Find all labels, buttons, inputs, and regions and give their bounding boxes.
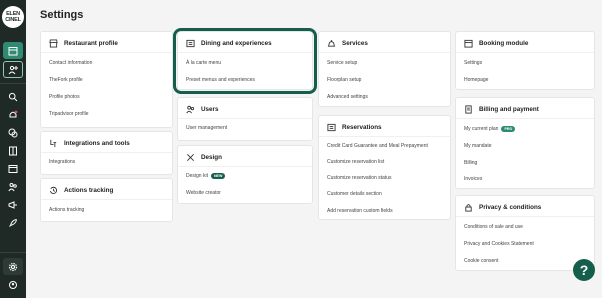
rocket-icon[interactable]: [3, 214, 23, 231]
add-reservation-icon[interactable]: [3, 61, 23, 78]
pro-badge: PRO: [501, 126, 516, 132]
design-card: Design Design kit NEW Website creator: [177, 145, 313, 204]
invoice-icon: [465, 105, 472, 114]
card-divider: [456, 118, 594, 119]
sidebar-rail: ELEN CINEL: [0, 0, 26, 298]
users-icon: [186, 105, 195, 114]
reservation-list-icon: [327, 123, 336, 132]
dining-highlight-frame: [173, 28, 317, 94]
billing-payment-card: Billing and payment My current plan PRO …: [455, 97, 595, 189]
conditions-of-sale-link[interactable]: Conditions of sale and use: [464, 224, 523, 230]
invoices-link[interactable]: Invoices: [464, 176, 482, 182]
rail-divider: [0, 83, 26, 84]
integrations-link[interactable]: Integrations: [49, 159, 75, 165]
storefront-icon: [49, 39, 58, 48]
card-title: Actions tracking: [64, 187, 114, 194]
website-creator-link[interactable]: Website creator: [186, 190, 221, 196]
design-tools-icon: [187, 154, 194, 161]
card-divider: [178, 166, 312, 167]
profile-photos-link[interactable]: Profile photos: [49, 94, 80, 100]
customize-reservation-list-link[interactable]: Customize reservation list: [327, 159, 384, 165]
settings-gear-icon[interactable]: [3, 258, 23, 275]
user-management-link[interactable]: User management: [186, 125, 227, 131]
credit-card-guarantee-link[interactable]: Credit Card Guarantee and Meal Prepaymen…: [327, 143, 428, 149]
card-divider: [319, 52, 450, 53]
card-title: Restaurant profile: [64, 40, 118, 47]
privacy-cookies-statement-link[interactable]: Privacy and Cookies Statement: [464, 241, 534, 247]
integrations-card: Integrations and tools Integrations: [40, 131, 173, 175]
floorplan-setup-link[interactable]: Floorplan setup: [327, 77, 361, 83]
search-icon[interactable]: [3, 88, 23, 105]
actions-tracking-link[interactable]: Actions tracking: [49, 207, 84, 213]
booking-settings-link[interactable]: Settings: [464, 60, 482, 66]
card-divider: [456, 216, 594, 217]
card-title: Services: [342, 40, 368, 47]
card-title: Integrations and tools: [64, 140, 130, 147]
card-title: Users: [201, 106, 219, 113]
thefork-profile-link[interactable]: TheFork profile: [49, 77, 83, 83]
my-mandate-link[interactable]: My mandate: [464, 143, 492, 149]
contact-information-link[interactable]: Contact information: [49, 60, 92, 66]
services-card: Services Service setup Floorplan setup A…: [318, 31, 451, 107]
account-icon[interactable]: [3, 276, 23, 293]
booking-calendar-icon: [464, 39, 473, 48]
card-title: Booking module: [479, 40, 529, 47]
service-setup-link[interactable]: Service setup: [327, 60, 357, 66]
rail-divider: [0, 252, 26, 253]
my-current-plan-label: My current plan: [464, 126, 499, 132]
history-icon: [49, 186, 57, 194]
restaurant-logo[interactable]: ELEN CINEL: [2, 6, 24, 28]
help-button[interactable]: ?: [573, 259, 595, 281]
booking-module-card: Booking module Settings Homepage: [455, 31, 595, 90]
agenda-icon[interactable]: [3, 160, 23, 177]
restaurant-profile-card: Restaurant profile Contact information T…: [40, 31, 173, 128]
card-divider: [319, 136, 450, 137]
lock-icon: [465, 204, 472, 212]
cookie-consent-link[interactable]: Cookie consent: [464, 258, 498, 264]
card-divider: [41, 152, 172, 153]
book-icon[interactable]: [3, 142, 23, 159]
homepage-link[interactable]: Homepage: [464, 77, 488, 83]
guests-icon[interactable]: [3, 178, 23, 195]
my-current-plan-link[interactable]: My current plan PRO: [464, 126, 516, 132]
privacy-conditions-card: Privacy & conditions Conditions of sale …: [455, 195, 595, 271]
calendar-nav-icon[interactable]: [3, 42, 23, 59]
billing-link[interactable]: Billing: [464, 160, 477, 166]
users-card: Users User management: [177, 97, 313, 141]
advanced-settings-link[interactable]: Advanced settings: [327, 94, 368, 100]
messages-icon[interactable]: [3, 124, 23, 141]
card-divider: [41, 52, 172, 53]
card-divider: [456, 52, 594, 53]
page-title: Settings: [40, 9, 84, 21]
customer-details-section-link[interactable]: Customer details section: [327, 191, 382, 197]
actions-tracking-card: Actions tracking Actions tracking: [40, 178, 173, 222]
notifications-icon[interactable]: [3, 106, 23, 123]
customize-reservation-status-link[interactable]: Customize reservation status: [327, 175, 391, 181]
new-badge: NEW: [210, 173, 226, 179]
reservations-card: Reservations Credit Card Guarantee and M…: [318, 115, 451, 220]
design-kit-label: Design kit: [186, 173, 208, 179]
card-title: Billing and payment: [479, 106, 539, 113]
plug-icon: [50, 139, 57, 148]
card-divider: [178, 118, 312, 119]
marketing-icon[interactable]: [3, 196, 23, 213]
card-title: Design: [201, 154, 222, 161]
services-icon: [327, 40, 336, 47]
tripadvisor-profile-link[interactable]: Tripadvisor profile: [49, 111, 89, 117]
add-reservation-custom-fields-link[interactable]: Add reservation custom fields: [327, 208, 393, 214]
logo-text-bottom: CINEL: [5, 17, 21, 23]
card-divider: [41, 199, 172, 200]
card-title: Privacy & conditions: [479, 204, 542, 211]
card-title: Reservations: [342, 124, 382, 131]
design-kit-link[interactable]: Design kit NEW: [186, 173, 226, 179]
